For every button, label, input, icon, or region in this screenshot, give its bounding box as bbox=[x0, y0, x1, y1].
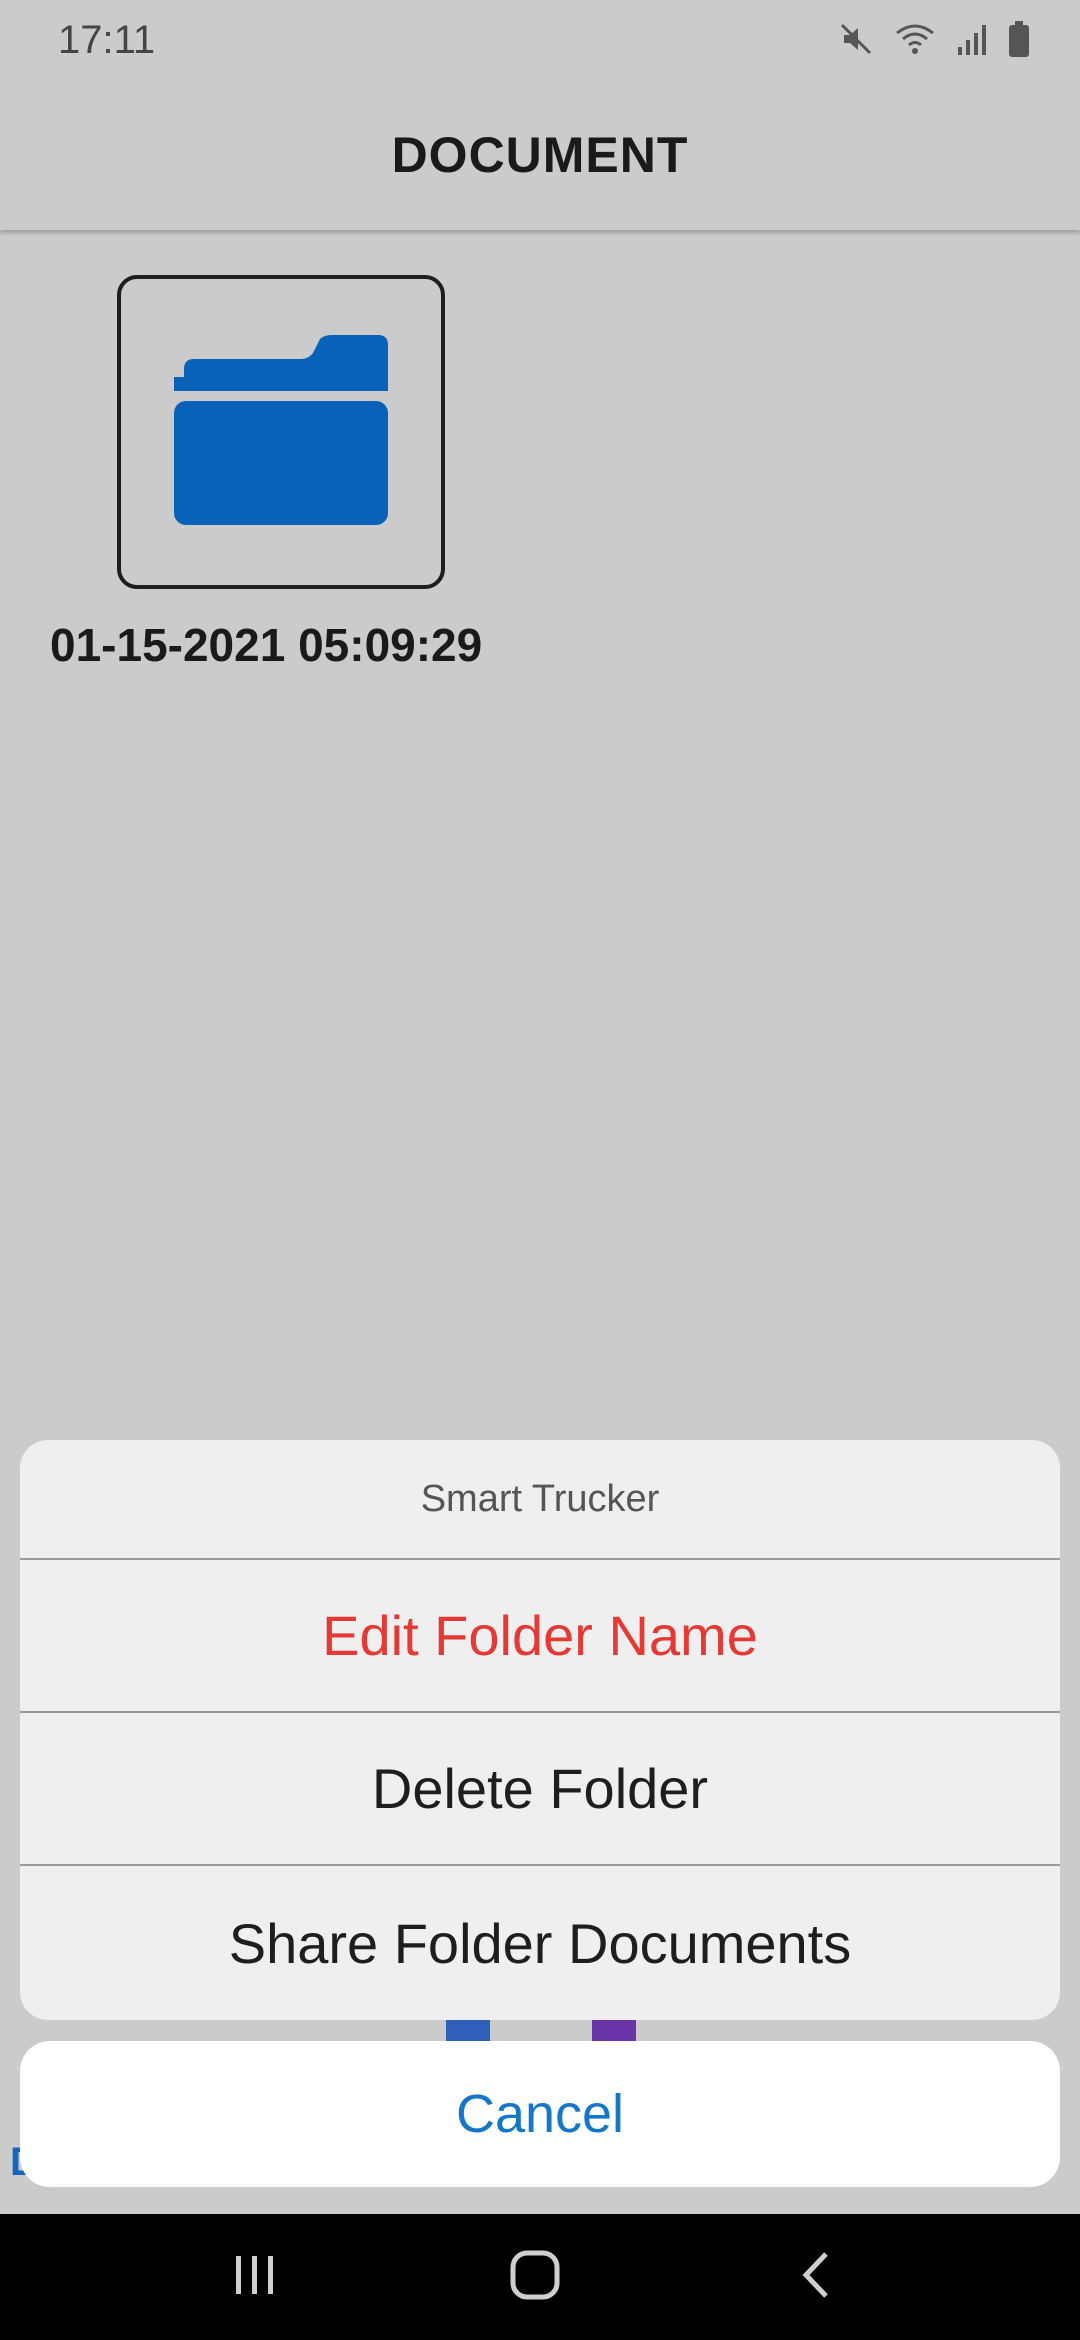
recent-apps-button[interactable] bbox=[200, 2214, 310, 2340]
home-icon bbox=[509, 2249, 561, 2306]
home-button[interactable] bbox=[480, 2214, 590, 2340]
page-title: DOCUMENT bbox=[391, 127, 689, 183]
action-sheet: Smart Trucker Edit Folder Name Delete Fo… bbox=[20, 1440, 1060, 2020]
app-header: DOCUMENT bbox=[0, 80, 1080, 230]
battery-icon bbox=[1008, 20, 1030, 58]
status-bar: 17:11 bbox=[0, 0, 1080, 80]
system-nav-bar bbox=[0, 2214, 1080, 2340]
action-sheet-title: Smart Trucker bbox=[20, 1440, 1060, 1560]
folder-tile[interactable] bbox=[117, 275, 445, 589]
recent-apps-icon bbox=[232, 2252, 278, 2303]
status-time: 17:11 bbox=[58, 18, 156, 62]
wifi-icon bbox=[894, 21, 936, 57]
folder-name[interactable]: 01-15-2021 05:09:29 bbox=[50, 618, 482, 672]
edit-folder-name-button[interactable]: Edit Folder Name bbox=[20, 1560, 1060, 1713]
back-button[interactable] bbox=[760, 2214, 870, 2340]
mute-icon bbox=[838, 21, 874, 57]
signal-icon bbox=[956, 21, 988, 57]
delete-folder-button[interactable]: Delete Folder bbox=[20, 1713, 1060, 1866]
folder-icon bbox=[174, 334, 388, 530]
back-icon bbox=[798, 2250, 832, 2305]
status-icons bbox=[838, 20, 1030, 58]
cancel-button[interactable]: Cancel bbox=[20, 2041, 1060, 2187]
share-folder-documents-button[interactable]: Share Folder Documents bbox=[20, 1866, 1060, 2020]
